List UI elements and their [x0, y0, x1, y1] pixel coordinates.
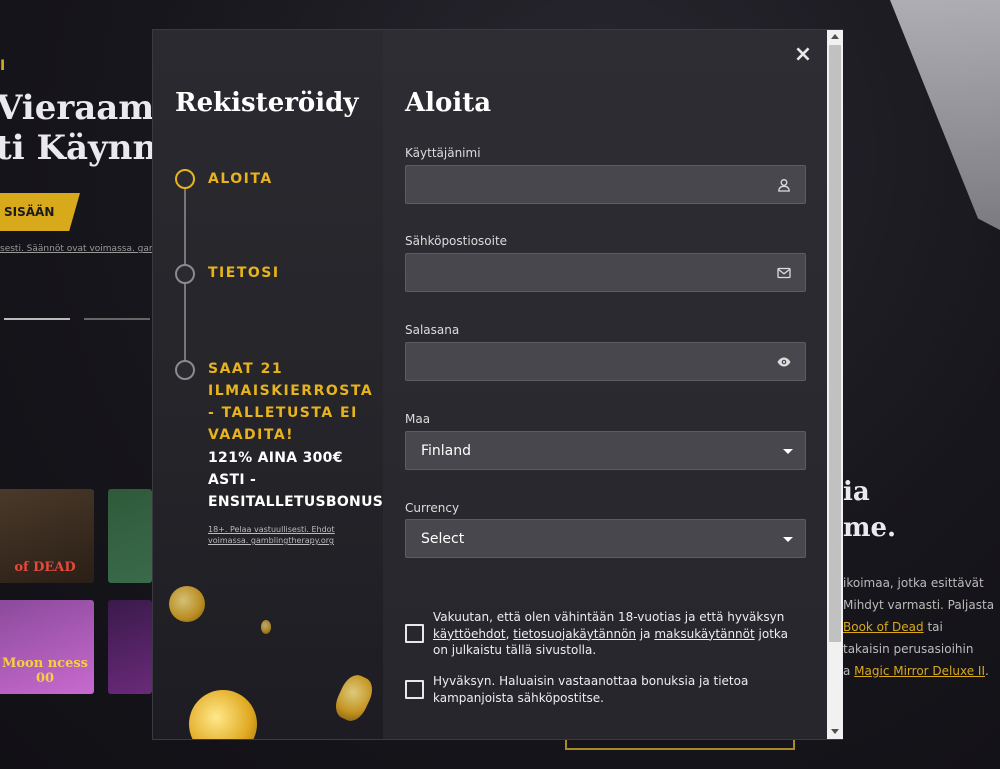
game-tile-label: of DEAD: [14, 560, 76, 575]
step-indicator-tietosi: [175, 264, 195, 284]
scroll-up-arrow-icon[interactable]: [831, 34, 839, 39]
section-title-line-2: me.: [843, 513, 897, 543]
hero-title-line-2: ti Käynnis: [0, 128, 190, 168]
hero-accent: I: [0, 58, 6, 74]
email-input[interactable]: [406, 254, 805, 291]
hero-cta-button[interactable]: SISÄÄN: [0, 193, 80, 231]
hero-image-shape: [890, 0, 1000, 230]
game-tile-book-of-dead[interactable]: of DEAD: [0, 489, 94, 583]
envelope-icon: [777, 267, 791, 279]
password-field: [405, 342, 806, 381]
email-field: [405, 253, 806, 292]
scrollbar-thumb[interactable]: [829, 45, 841, 642]
close-icon[interactable]: ×: [793, 42, 813, 67]
email-label: Sähköpostiosoite: [405, 234, 508, 248]
country-select-value: Finland: [421, 443, 472, 459]
section-text: ikoimaa, jotka esittävät Mihdyt varmasti…: [843, 572, 1000, 682]
section-text-line: a Magic Mirror Deluxe II.: [843, 660, 1000, 682]
marketing-checkbox[interactable]: [405, 680, 424, 699]
section-title-line-1: ia: [843, 477, 870, 507]
chevron-down-icon: [783, 449, 793, 454]
section-text-fragment: tai: [923, 620, 943, 634]
age-terms-fragment: Vakuutan, että olen vähintään 18-vuotias…: [433, 610, 785, 624]
bonus-terms-link[interactable]: 18+. Pelaa vastuullisesti. Ehdot voimass…: [208, 524, 348, 546]
hero-title: Vieraamm ti Käynnis: [0, 88, 191, 168]
magic-mirror-link[interactable]: Magic Mirror Deluxe II: [854, 664, 985, 678]
game-tile-label: Moon ncess 00: [2, 656, 88, 686]
registration-modal: Rekisteröidy ALOITA TIETOSI SAAT 21 ILMA…: [152, 29, 843, 740]
eye-icon[interactable]: [777, 355, 791, 369]
scroll-down-arrow-icon[interactable]: [831, 729, 839, 734]
age-terms-fragment: ja: [636, 626, 655, 641]
age-terms-text: Vakuutan, että olen vähintään 18-vuotias…: [433, 609, 793, 659]
username-field: [405, 165, 806, 204]
currency-label: Currency: [405, 501, 460, 515]
password-input[interactable]: [406, 343, 805, 380]
hero-cta-label: SISÄÄN: [4, 205, 55, 219]
game-tile[interactable]: [108, 600, 152, 694]
step-label-aloita: ALOITA: [208, 171, 273, 187]
user-icon: [778, 179, 790, 192]
section-text-fragment: a: [843, 664, 855, 678]
username-label: Käyttäjänimi: [405, 146, 481, 160]
chevron-down-icon: [783, 537, 793, 542]
terms-link[interactable]: käyttöehdot: [433, 627, 506, 641]
step-indicator-aloita: [175, 169, 195, 189]
marketing-text: Hyväksyn. Haluaisin vastaanottaa bonuksi…: [433, 674, 749, 705]
casino-chip-decoration: [169, 586, 205, 622]
step-label-tietosi: TIETOSI: [208, 265, 280, 281]
casino-chip-decoration: [330, 670, 378, 726]
casino-chip-decoration: [189, 690, 257, 739]
country-label: Maa: [405, 412, 431, 426]
carousel-indicators: [4, 318, 152, 321]
age-terms-checkbox[interactable]: [405, 624, 424, 643]
form-title: Aloita: [405, 88, 492, 118]
registration-steps-panel: Rekisteröidy ALOITA TIETOSI SAAT 21 ILMA…: [153, 30, 383, 739]
username-input[interactable]: [406, 166, 805, 203]
step-label-bonus: SAAT 21 ILMAISKIERROSTA - TALLETUSTA EI …: [208, 361, 374, 443]
section-text-line: Book of Dead tai: [843, 616, 1000, 638]
casino-chip-decoration: [261, 620, 271, 634]
hero-terms[interactable]: sesti. Säännöt ovat voimassa. gamblingt: [0, 244, 152, 254]
modal-scrollbar[interactable]: [827, 30, 843, 739]
step-indicator-bonus: [175, 360, 195, 380]
section-text-line: Mihdyt varmasti. Paljasta: [843, 598, 995, 612]
section-title: ia me.: [843, 474, 896, 546]
password-label: Salasana: [405, 323, 460, 337]
payment-policy-link[interactable]: maksukäytännöt: [654, 627, 754, 641]
privacy-policy-link[interactable]: tietosuojakäytännön: [513, 627, 636, 641]
registration-title: Rekisteröidy: [175, 88, 359, 118]
bonus-offer-text: 121% AINA 300€ ASTI - ENSITALLETUSBONUS: [208, 450, 383, 510]
section-text-fragment: .: [984, 664, 989, 678]
game-tile-moon-princess[interactable]: Moon ncess 00: [0, 600, 94, 694]
hero-title-line-1: Vieraamm: [0, 88, 191, 128]
currency-select[interactable]: Select: [405, 519, 806, 558]
game-tile[interactable]: [108, 489, 152, 583]
country-select[interactable]: Finland: [405, 431, 806, 470]
section-text-line: ikoimaa, jotka esittävät: [843, 576, 984, 590]
book-of-dead-link[interactable]: Book of Dead: [843, 620, 924, 634]
carousel-indicator[interactable]: [4, 318, 70, 320]
currency-select-value: Select: [421, 531, 465, 547]
section-text-line: takaisin perusasioihin: [843, 642, 974, 656]
carousel-indicator[interactable]: [84, 318, 150, 320]
